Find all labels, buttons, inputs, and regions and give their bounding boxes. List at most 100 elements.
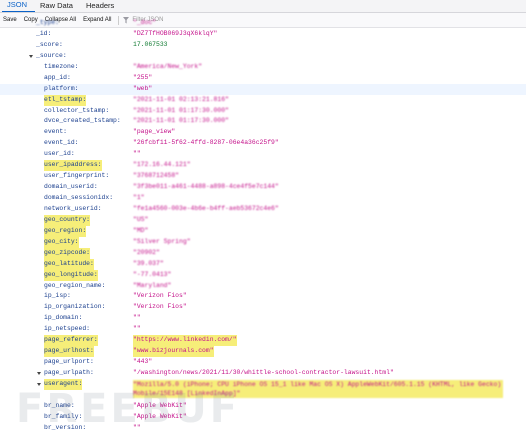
json-key: dvce_created_tstamp: — [44, 117, 121, 125]
json-value: "MD" — [133, 226, 149, 234]
json-row[interactable]: etl_tstamp: "2021-11-01 02:13:21.816" — [0, 94, 526, 106]
json-row[interactable]: page_urlport: "443" — [0, 357, 526, 368]
expand-toggle-icon[interactable] — [37, 382, 41, 386]
json-row[interactable]: user_id: "" — [0, 149, 526, 160]
json-row[interactable]: geo_latitude: "39.037" — [0, 258, 526, 270]
json-row[interactable]: timezone: "America/New_York" — [0, 62, 526, 73]
json-key: geo_longitude: — [44, 269, 98, 281]
json-row[interactable]: event_id: "26fcbf11-5f62-4ffd-8287-06e4a3… — [0, 138, 526, 149]
json-key: timezone: — [44, 62, 79, 70]
json-value: "443" — [133, 358, 153, 366]
json-row[interactable]: geo_longitude: "-77.0413" — [0, 269, 526, 281]
json-key: geo_latitude: — [44, 258, 94, 270]
json-value: "page_view" — [133, 128, 176, 136]
json-value: "39.037" — [133, 259, 164, 267]
json-row[interactable]: domain_sessionidx: "1" — [0, 193, 526, 204]
json-row[interactable]: geo_country: "US" — [0, 214, 526, 226]
json-key: user_fingerprint: — [44, 172, 110, 180]
json-value: "1" — [133, 194, 145, 201]
json-row[interactable]: geo_zipcode: "20902" — [0, 247, 526, 259]
json-value: "America/New_York" — [133, 62, 203, 70]
json-key: domain_userid: — [44, 183, 98, 191]
json-value: "https://www.linkedin.com/" — [133, 335, 237, 347]
json-row[interactable]: page_urlpath: "/washington/news/2021/11/3… — [0, 368, 526, 379]
json-key: page_urlpath: — [44, 369, 94, 376]
json-row[interactable]: useragent: "Mozilla/5.0 (iPhone; CPU iPho… — [0, 378, 526, 401]
json-row[interactable]: ip_organization: "Verizon Fios" — [0, 302, 526, 313]
json-key: ip_isp: — [44, 292, 71, 300]
json-row[interactable]: page_referrer: "https://www.linkedin.com/… — [0, 335, 526, 347]
tab-bar: JSON Raw Data Headers — [0, 0, 526, 13]
json-row[interactable]: dvce_created_tstamp: "2021-11-01 01:17:30… — [0, 116, 526, 127]
json-key: network_userid: — [44, 204, 102, 212]
json-key: domain_sessionidx: — [44, 194, 114, 201]
json-key: br_name: — [44, 401, 75, 409]
json-row[interactable]: _source: — [0, 51, 526, 62]
json-row[interactable]: network_userid: "fe1a4560-003e-4b6e-b4ff-… — [0, 204, 526, 215]
tab-raw-data[interactable]: Raw Data — [35, 1, 81, 12]
json-value: "Silver Spring" — [133, 237, 191, 245]
json-key: br_family: — [44, 412, 83, 420]
json-key: _type: — [36, 19, 60, 26]
json-row[interactable]: ip_domain: "" — [0, 313, 526, 324]
json-value: "20902" — [133, 248, 160, 256]
expand-toggle-icon[interactable] — [37, 372, 41, 375]
json-value: "" — [133, 314, 141, 322]
json-row[interactable]: br_name: "Apple WebKit" — [0, 401, 526, 412]
json-key: _id: — [36, 29, 52, 37]
json-row[interactable]: br_family: "Apple WebKit" — [0, 412, 526, 423]
json-value: "3768712458" — [133, 172, 180, 180]
json-row[interactable]: geo_region: "MD" — [0, 225, 526, 237]
json-key: user_ipaddress: — [44, 160, 102, 172]
json-key: _score: — [36, 40, 63, 48]
json-key: geo_zipcode: — [44, 247, 91, 259]
json-key: br_version: — [44, 423, 87, 431]
json-value: "" — [133, 150, 141, 158]
expand-toggle-icon[interactable] — [29, 54, 33, 58]
json-value: "" — [133, 325, 141, 333]
json-key: geo_region: — [44, 225, 87, 237]
json-row[interactable]: user_ipaddress: "172.16.44.121" — [0, 160, 526, 172]
json-key: user_id: — [44, 150, 75, 158]
json-row[interactable]: domain_userid: "3f3be011-a461-4488-a898-4… — [0, 182, 526, 193]
json-value: "-77.0413" — [133, 270, 172, 278]
json-row[interactable]: user_fingerprint: "3768712458" — [0, 171, 526, 182]
json-key: event_id: — [44, 139, 79, 147]
json-value: "Verizon Fios" — [133, 303, 187, 311]
json-value: "172.16.44.121" — [133, 161, 191, 169]
json-row[interactable]: br_version: "" — [0, 423, 526, 434]
json-value: "Maryland" — [133, 281, 172, 289]
json-key: geo_country: — [44, 214, 91, 226]
json-value: "US" — [133, 215, 149, 223]
json-tree: _type: "_doc" _id: "DZ7TfHOB069J3qX6klqY" _s… — [0, 18, 526, 434]
json-key: ip_organization: — [44, 303, 106, 311]
json-row[interactable]: platform: "web" — [0, 83, 526, 95]
json-row[interactable]: geo_city: "Silver Spring" — [0, 236, 526, 248]
json-value: "255" — [133, 73, 153, 81]
tab-json[interactable]: JSON — [2, 0, 36, 12]
json-key: etl_tstamp: — [44, 94, 87, 106]
json-key: page_urlport: — [44, 358, 94, 366]
json-value: 17.067533 — [133, 40, 168, 48]
json-row[interactable]: _type: "_doc" — [0, 18, 526, 29]
json-row[interactable]: app_id: "255" — [0, 73, 526, 84]
json-value: "Verizon Fios" — [133, 292, 187, 300]
json-value: "2021-11-01 01:17:30.000" — [133, 117, 229, 125]
json-key: geo_region_name: — [44, 281, 106, 289]
json-value: "2021-11-01 02:13:21.816" — [133, 95, 229, 103]
tab-headers[interactable]: Headers — [81, 1, 122, 12]
json-row[interactable]: geo_region_name: "Maryland" — [0, 281, 526, 292]
json-row[interactable]: collector_tstamp: "2021-11-01 01:17:30.00… — [0, 106, 526, 117]
json-row[interactable]: page_urlhost: "www.bizjournals.com" — [0, 346, 526, 358]
json-value: "Apple WebKit" — [133, 412, 187, 420]
json-row[interactable]: event: "page_view" — [0, 127, 526, 138]
json-row[interactable]: ip_isp: "Verizon Fios" — [0, 291, 526, 302]
json-row[interactable]: _id: "DZ7TfHOB069J3qX6klqY" — [0, 29, 526, 40]
json-row[interactable]: ip_netspeed: "" — [0, 324, 526, 335]
json-value: "2021-11-01 01:17:30.000" — [133, 106, 229, 114]
json-value: "3f3be011-a461-4488-a898-4ce4f5e7c144" — [133, 183, 279, 191]
json-value: "" — [133, 423, 141, 431]
json-row[interactable]: _score: 17.067533 — [0, 40, 526, 51]
json-value: "_doc" — [133, 19, 157, 26]
json-value: "Mozilla/5.0 (iPhone; CPU iPhone OS 15_1… — [133, 379, 503, 398]
